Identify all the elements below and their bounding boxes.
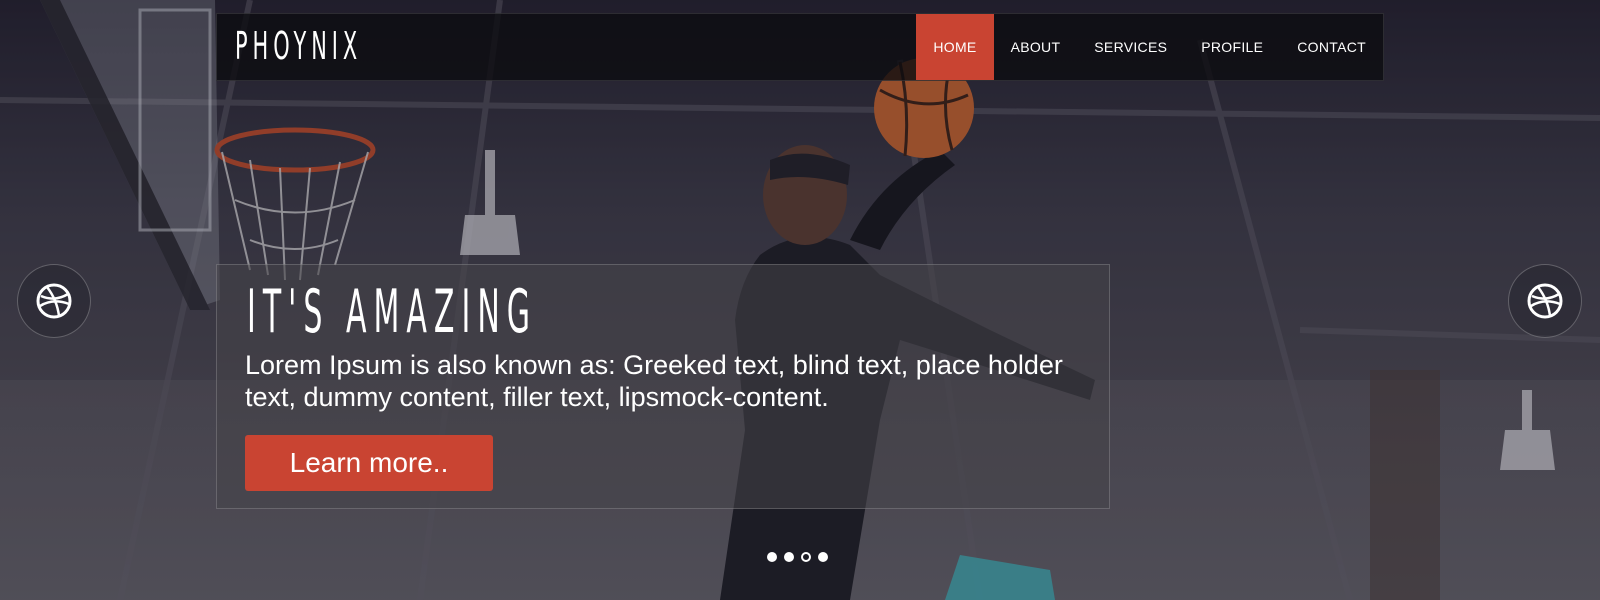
dribbble-icon <box>1527 283 1563 319</box>
slide-dot-4[interactable] <box>818 552 828 562</box>
hero-slider: PHOYNIX HOME ABOUT SERVICES PROFILE CONT… <box>0 0 1600 600</box>
top-navbar: PHOYNIX HOME ABOUT SERVICES PROFILE CONT… <box>216 13 1384 81</box>
dribbble-icon <box>36 283 72 319</box>
nav-item-contact[interactable]: CONTACT <box>1280 14 1383 80</box>
learn-more-button[interactable]: Learn more.. <box>245 435 493 491</box>
slide-caption: IT'S AMAZING Lorem Ipsum is also known a… <box>216 264 1110 509</box>
slide-dot-1[interactable] <box>767 552 777 562</box>
nav-item-about[interactable]: ABOUT <box>994 14 1078 80</box>
slider-pagination <box>767 552 828 562</box>
main-menu: HOME ABOUT SERVICES PROFILE CONTACT <box>916 14 1383 80</box>
nav-item-services[interactable]: SERVICES <box>1077 14 1184 80</box>
next-slide-button[interactable] <box>1508 264 1582 338</box>
prev-slide-button[interactable] <box>17 264 91 338</box>
slide-dot-2[interactable] <box>784 552 794 562</box>
nav-item-home[interactable]: HOME <box>916 14 994 80</box>
nav-item-profile[interactable]: PROFILE <box>1184 14 1280 80</box>
brand-logo[interactable]: PHOYNIX <box>235 24 362 68</box>
slide-title: IT'S AMAZING <box>247 277 538 347</box>
slide-description: Lorem Ipsum is also known as: Greeked te… <box>245 350 1063 412</box>
slide-dot-3-active[interactable] <box>801 552 811 562</box>
